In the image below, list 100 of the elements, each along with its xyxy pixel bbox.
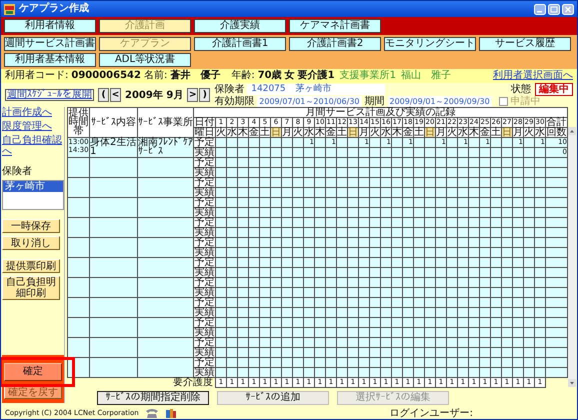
period-field: 2009/09/01～2009/09/30 [388, 96, 492, 106]
sidebar-link[interactable]: 自己負担確認へ [2, 135, 64, 157]
row-label: 予定 [194, 318, 216, 328]
sub-tab[interactable]: ADL等状況書 [99, 53, 191, 67]
user-select-link[interactable]: 利用者選択画面へ [493, 70, 573, 82]
main-tab[interactable]: ケアマネ計画書 [289, 19, 381, 33]
first-month-button[interactable]: ( [98, 88, 109, 102]
user-name: 蒼井 優子 [170, 70, 220, 82]
last-month-button[interactable]: ) [199, 88, 210, 102]
row-label: 予定 [194, 298, 216, 308]
care-manager: 福山 雅子 [400, 70, 451, 82]
time-cell [68, 158, 90, 178]
action-button[interactable]: ｻｰﾋﾞｽの追加 [217, 391, 329, 405]
scrollbar[interactable] [568, 127, 576, 387]
row-label: 実績 [194, 288, 216, 298]
main-tab[interactable]: 介護実績 [194, 19, 286, 33]
time-cell [68, 318, 90, 338]
row-label: 実績 [194, 188, 216, 198]
sidebar-link[interactable]: 計画作成へ [2, 107, 64, 118]
next-month-button[interactable]: > [187, 88, 198, 102]
print-button[interactable]: 自己負担明細印刷 [2, 276, 60, 300]
sub-tab[interactable]: 利用者基本情報 [4, 53, 96, 67]
telephone-icon[interactable] [144, 408, 159, 418]
action-button[interactable]: ｻｰﾋﾞｽの期間指定削除 [97, 391, 209, 405]
service-cell: 身体2生活1 [90, 138, 138, 158]
package-icon[interactable] [164, 408, 177, 418]
period-label: 期間 [364, 96, 384, 106]
insurer-name: 茅ヶ崎市 [296, 84, 332, 94]
service-cell [90, 238, 138, 258]
sub-tab[interactable]: 介護計画書2 [289, 37, 381, 51]
service-cell [90, 338, 138, 358]
row-label: 実績 [194, 348, 216, 358]
column-header: ｻｰﾋﾞｽ事業所 [138, 108, 194, 138]
service-cell [90, 258, 138, 278]
sub-tab[interactable]: モニタリングシート [384, 37, 476, 51]
provider-cell [138, 258, 194, 278]
insurer-label: 保険者 [214, 84, 244, 94]
column-header: 提供時間帯 [68, 108, 90, 138]
service-cell [90, 278, 138, 298]
status-badge: 編集中 [535, 82, 573, 96]
login-user-label: ログインユーザー: [390, 408, 473, 418]
scroll-down-icon[interactable] [568, 379, 576, 387]
support-office: 支援事業所1 [340, 70, 396, 82]
confirm-button[interactable]: 確定 [4, 363, 62, 381]
maximize-icon[interactable] [548, 4, 560, 14]
checkbox[interactable] [498, 96, 508, 106]
row-label: 実績 [194, 368, 216, 378]
sidebar-link[interactable]: 限度管理へ [2, 121, 64, 132]
schedule-link[interactable]: 週間ｽｹｼﾞｭｰﾙを展開 [5, 89, 94, 101]
row-label: 予定 [194, 198, 216, 208]
time-cell [68, 238, 90, 258]
close-icon[interactable] [562, 4, 574, 14]
insurer-label: 保険者 [2, 166, 33, 177]
validity-field: 2009/07/01～2010/06/30 [257, 96, 362, 106]
service-cell [90, 358, 138, 378]
provider-cell: 湘南ﾌﾚﾝﾄﾞｹｱｻｰﾋﾞｽ [138, 138, 194, 158]
time-cell [68, 198, 90, 218]
validity-label: 有効期限 [214, 96, 254, 106]
row-label: 予定 [194, 158, 216, 168]
row-label: 実績 [194, 308, 216, 318]
row-header: 曜日 [194, 128, 216, 138]
print-button[interactable]: 提供票印刷 [2, 259, 60, 273]
minimize-icon[interactable] [534, 4, 546, 14]
user-code: 0900006542 [71, 70, 141, 82]
name-label: 名前: [144, 70, 168, 82]
row-label: 予定 [194, 278, 216, 288]
row-label: 予定 [194, 218, 216, 228]
care-level: 要介護1 [298, 70, 335, 82]
row-label: 予定 [194, 358, 216, 368]
sidebar-button[interactable]: 一時保存 [2, 219, 60, 233]
provider-cell [138, 358, 194, 378]
column-header: ｻｰﾋﾞｽ内容 [90, 108, 138, 138]
sub-tab[interactable]: サービス履歴 [479, 37, 571, 51]
time-cell [68, 178, 90, 198]
provider-cell [138, 198, 194, 218]
column-header: 回数 [546, 128, 568, 138]
scroll-up-icon[interactable] [568, 127, 576, 135]
sidebar-button[interactable]: 取り消し [2, 236, 60, 250]
time-cell [68, 278, 90, 298]
time-cell [68, 258, 90, 278]
insurer-list[interactable]: 茅ヶ崎市 [2, 180, 64, 210]
provider-cell [138, 298, 194, 318]
list-item[interactable]: 茅ヶ崎市 [3, 181, 63, 192]
sub-tab[interactable]: 週間サービス計画書 [4, 37, 96, 51]
sub-tab[interactable]: 介護計画書1 [194, 37, 286, 51]
service-cell [90, 178, 138, 198]
insurer-number: 142075 [251, 84, 286, 94]
user-sex: 女 [284, 70, 295, 82]
status-label: 状態 [511, 84, 531, 94]
row-label: 実績 [194, 148, 216, 158]
row-label: 予定 [194, 258, 216, 268]
time-cell [68, 338, 90, 358]
main-tab[interactable]: 利用者情報 [4, 19, 96, 33]
previous-month-button[interactable]: < [110, 88, 121, 102]
row-label: 実績 [194, 268, 216, 278]
service-cell [90, 318, 138, 338]
window-title: ケアプラン作成 [19, 3, 89, 15]
row-header: 日付 [194, 118, 216, 128]
table-title: 月間サービス計画及び実績の記録 [194, 108, 568, 118]
row-label: 予定 [194, 178, 216, 188]
